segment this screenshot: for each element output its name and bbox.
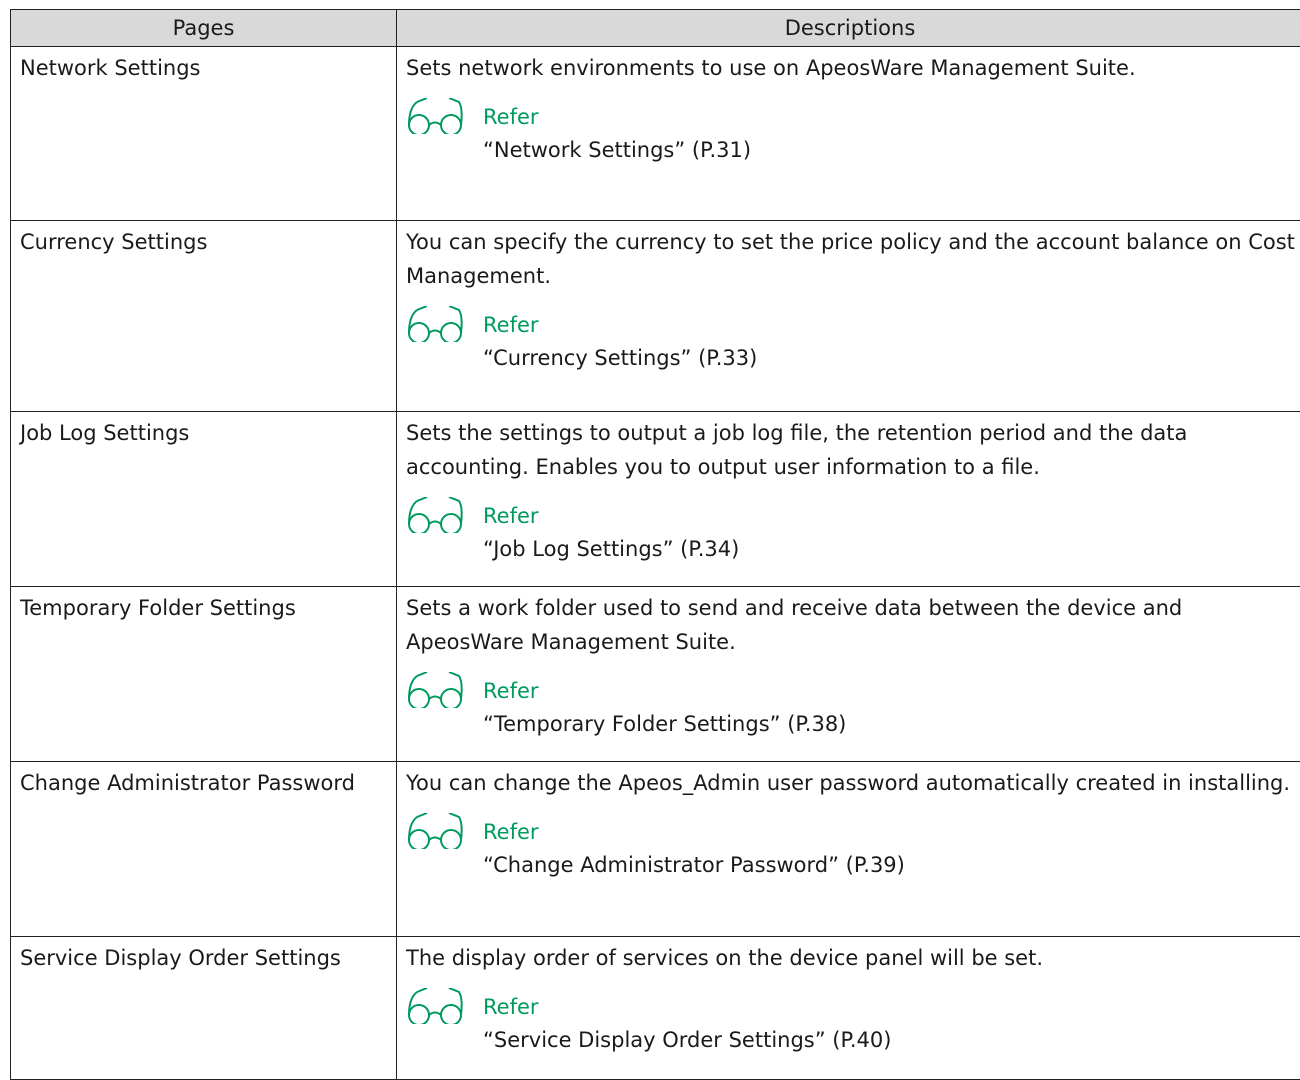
description-cell: You can specify the currency to set the … (397, 221, 1300, 412)
description-cell: You can change the Apeos_Admin user pass… (397, 762, 1300, 937)
glasses-icon (406, 497, 472, 533)
header-descriptions: Descriptions (397, 10, 1300, 47)
table-row: Change Administrator Password You can ch… (11, 762, 1300, 937)
refer-label: Refer (483, 100, 539, 134)
glasses-icon (406, 672, 472, 708)
description-text: The display order of services on the dev… (406, 941, 1295, 975)
refer-label: Refer (483, 499, 539, 533)
description-cell: The display order of services on the dev… (397, 937, 1300, 1080)
refer-note: Refer “Job Log Settings” (P.34) (406, 494, 1295, 568)
refer-note: Refer “Currency Settings” (P.33) (406, 303, 1295, 377)
description-cell: Sets network environments to use on Apeo… (397, 47, 1300, 221)
page-name: Service Display Order Settings (11, 937, 397, 1080)
description-text: Sets network environments to use on Apeo… (406, 51, 1295, 85)
refer-note: Refer “Change Administrator Password” (P… (406, 810, 1295, 884)
description-text: Sets a work folder used to send and rece… (406, 591, 1295, 659)
refer-link[interactable]: “Currency Settings” (P.33) (483, 341, 757, 375)
description-text: Sets the settings to output a job log fi… (406, 416, 1295, 484)
refer-link[interactable]: “Change Administrator Password” (P.39) (483, 848, 905, 882)
glasses-icon (406, 988, 472, 1024)
refer-label: Refer (483, 990, 539, 1024)
glasses-icon (406, 813, 472, 849)
refer-label: Refer (483, 674, 539, 708)
header-pages: Pages (11, 10, 397, 47)
glasses-icon (406, 306, 472, 342)
page-name: Job Log Settings (11, 412, 397, 587)
refer-label: Refer (483, 815, 539, 849)
table-header-row: Pages Descriptions (11, 10, 1300, 47)
refer-note: Refer “Temporary Folder Settings” (P.38) (406, 669, 1295, 743)
refer-link[interactable]: “Job Log Settings” (P.34) (483, 532, 739, 566)
table-row: Service Display Order Settings The displ… (11, 937, 1300, 1080)
page-name: Change Administrator Password (11, 762, 397, 937)
glasses-icon (406, 98, 472, 134)
page-name: Currency Settings (11, 221, 397, 412)
refer-label: Refer (483, 308, 539, 342)
refer-link[interactable]: “Service Display Order Settings” (P.40) (483, 1023, 891, 1057)
table-row: Currency Settings You can specify the cu… (11, 221, 1300, 412)
table-row: Job Log Settings Sets the settings to ou… (11, 412, 1300, 587)
table-row: Network Settings Sets network environmen… (11, 47, 1300, 221)
refer-link[interactable]: “Network Settings” (P.31) (483, 133, 751, 167)
refer-link[interactable]: “Temporary Folder Settings” (P.38) (483, 707, 846, 741)
description-text: You can specify the currency to set the … (406, 225, 1295, 293)
description-cell: Sets a work folder used to send and rece… (397, 587, 1300, 762)
refer-note: Refer “Network Settings” (P.31) (406, 95, 1295, 169)
settings-pages-table: Pages Descriptions Network Settings Sets… (10, 9, 1300, 1080)
page-name: Network Settings (11, 47, 397, 221)
table-row: Temporary Folder Settings Sets a work fo… (11, 587, 1300, 762)
page-name: Temporary Folder Settings (11, 587, 397, 762)
description-text: You can change the Apeos_Admin user pass… (406, 766, 1295, 800)
description-cell: Sets the settings to output a job log fi… (397, 412, 1300, 587)
refer-note: Refer “Service Display Order Settings” (… (406, 985, 1295, 1059)
